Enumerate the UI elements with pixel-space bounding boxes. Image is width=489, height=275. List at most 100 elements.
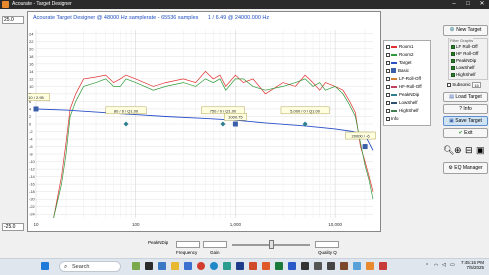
app-icon-11[interactable] xyxy=(353,262,361,270)
legend-label: HighShelf xyxy=(399,108,419,113)
frequency-input[interactable] xyxy=(176,241,200,248)
graph-peakndip[interactable]: PeakNDip xyxy=(451,58,476,64)
slider-thumb[interactable] xyxy=(269,240,274,249)
graph-label: LowShelf xyxy=(456,65,475,70)
excel-icon[interactable] xyxy=(275,262,283,270)
windows-start-icon[interactable] xyxy=(41,262,49,270)
check-icon[interactable] xyxy=(451,65,455,70)
app-icon-1[interactable] xyxy=(132,262,140,270)
checkbox-icon[interactable] xyxy=(386,84,390,89)
zoom-icon[interactable]: 🔍︎ xyxy=(443,145,454,155)
info-button[interactable]: ? Info xyxy=(443,104,488,114)
check-icon[interactable] xyxy=(451,72,455,77)
new-target-button[interactable]: ⊕ New Target xyxy=(443,25,488,36)
window-title: Acourate - Target Designer xyxy=(12,1,72,7)
app-icon-12[interactable] xyxy=(379,262,387,270)
zoom-toolbar: 🔍︎ ⊕ ⊟ ▣ xyxy=(443,145,489,157)
app-icon-7[interactable] xyxy=(301,262,309,270)
graph-lowshelf[interactable]: LowShelf xyxy=(451,65,475,71)
plot-area[interactable]: 242220181614121086420-2-4-6-8-10-12-14-1… xyxy=(27,11,381,232)
subsonic-input[interactable]: 15 xyxy=(472,82,482,88)
checkbox-icon[interactable] xyxy=(386,116,390,121)
app-icon-9[interactable] xyxy=(327,262,335,270)
y-max-input[interactable]: 25.0 xyxy=(2,16,24,24)
legend-target[interactable]: Target xyxy=(386,59,412,66)
graph-hf-rolloff[interactable]: HF Roll-Off xyxy=(451,51,478,57)
legend-label: Target xyxy=(399,60,412,65)
zoom-in-icon[interactable]: ⊕ xyxy=(454,145,462,155)
legend-highshelf[interactable]: HighShelf xyxy=(386,107,419,114)
legend-label: Room1 xyxy=(399,44,414,49)
y-tick-label: 18 xyxy=(29,54,34,59)
quality-label: Quality Q xyxy=(318,250,337,255)
acourate-icon[interactable] xyxy=(366,262,374,270)
checkbox-icon[interactable] xyxy=(386,76,390,81)
volume-icon[interactable]: ◁ xyxy=(442,262,446,268)
legend-peakndip[interactable]: PeakNDip xyxy=(386,91,419,98)
app-icon-8[interactable] xyxy=(314,262,322,270)
y-tick-label: 10 xyxy=(29,84,34,89)
app-icon-4[interactable] xyxy=(223,262,231,270)
checkbox-icon[interactable] xyxy=(386,100,390,105)
exit-button[interactable]: ✔ Exit xyxy=(443,128,488,138)
powerpoint-icon[interactable] xyxy=(262,262,270,270)
checkbox-icon[interactable] xyxy=(386,108,390,113)
gain-input[interactable] xyxy=(203,241,227,248)
close-icon[interactable]: ✕ xyxy=(475,0,489,9)
zoom-out-icon[interactable]: ⊟ xyxy=(465,145,473,155)
y-min-input[interactable]: -25.0 xyxy=(2,223,24,231)
legend-info[interactable]: Info xyxy=(386,115,399,122)
maximize-icon[interactable]: □ xyxy=(461,0,475,9)
chrome-icon[interactable] xyxy=(197,262,205,270)
camera-icon[interactable]: ▣ xyxy=(476,145,485,155)
subsonic-checkbox[interactable] xyxy=(447,83,451,87)
app-icon-10[interactable] xyxy=(340,262,348,270)
graph-lf-rolloff[interactable]: LF Roll-Off xyxy=(451,44,478,50)
legend-lowshelf[interactable]: LowShelf xyxy=(386,99,418,106)
taskbar-search[interactable]: ⌕ Search xyxy=(59,261,121,272)
edge-icon[interactable] xyxy=(210,262,218,270)
quality-input[interactable] xyxy=(315,241,339,248)
legend-label: PeakNDip xyxy=(399,92,420,97)
legend-hf-rolloff[interactable]: HF-Roll-Off xyxy=(386,83,422,90)
y-tick-label: -2 xyxy=(29,129,33,134)
battery-icon[interactable]: ▭ xyxy=(450,262,455,268)
graph-label: HF Roll-Off xyxy=(456,51,479,56)
app-icon-6[interactable] xyxy=(249,262,257,270)
y-tick-label: -16 xyxy=(29,182,36,187)
search-icon: ⌕ xyxy=(64,264,68,270)
minimize-icon[interactable]: – xyxy=(447,0,461,9)
checkbox-icon[interactable] xyxy=(386,68,390,73)
wifi-icon[interactable]: ◠ xyxy=(434,263,438,269)
legend-basic[interactable]: Basic xyxy=(386,67,409,74)
check-icon[interactable] xyxy=(451,51,455,56)
tray-chevron-icon[interactable]: ⌃ xyxy=(425,263,429,269)
app-icon-3[interactable] xyxy=(184,262,192,270)
legend-room1[interactable]: Room1 xyxy=(386,43,414,50)
y-tick-label: -8 xyxy=(29,152,33,157)
save-target-button[interactable]: ▣ Save Target xyxy=(443,116,488,126)
frequency-chart[interactable]: 242220181614121086420-2-4-6-8-10-12-14-1… xyxy=(28,12,382,233)
word-icon[interactable] xyxy=(288,262,296,270)
y-tick-label: 12 xyxy=(29,76,34,81)
terminal-icon[interactable] xyxy=(145,262,153,270)
checkbox-icon[interactable] xyxy=(386,52,390,57)
legend-room2[interactable]: Room2 xyxy=(386,51,414,58)
graph-highshelf[interactable]: HighShelf xyxy=(451,72,476,78)
x-tick-label: 1,000 xyxy=(230,222,242,227)
app-icon-2[interactable] xyxy=(158,262,166,270)
folder-icon[interactable] xyxy=(171,262,179,270)
y-tick-label: 2 xyxy=(29,114,32,119)
control-marker-basic xyxy=(33,106,39,112)
legend-lf-rolloff[interactable]: LF-Roll-Off xyxy=(386,75,421,82)
check-icon[interactable] xyxy=(451,44,455,49)
load-target-button[interactable]: ▤ Load Target xyxy=(443,92,488,102)
eq-manager-button[interactable]: ⚙ EQ Manager xyxy=(443,162,488,174)
app-icon-5[interactable] xyxy=(236,262,244,270)
legend: Room1 Room2 Target Basic LF-Roll-Off HF-… xyxy=(383,40,431,126)
clock[interactable]: 7:45:15 PM 7/5/2025 xyxy=(458,260,484,270)
check-icon[interactable] xyxy=(451,58,455,63)
checkbox-icon[interactable] xyxy=(386,44,390,49)
checkbox-icon[interactable] xyxy=(386,60,390,65)
checkbox-icon[interactable] xyxy=(386,92,390,97)
